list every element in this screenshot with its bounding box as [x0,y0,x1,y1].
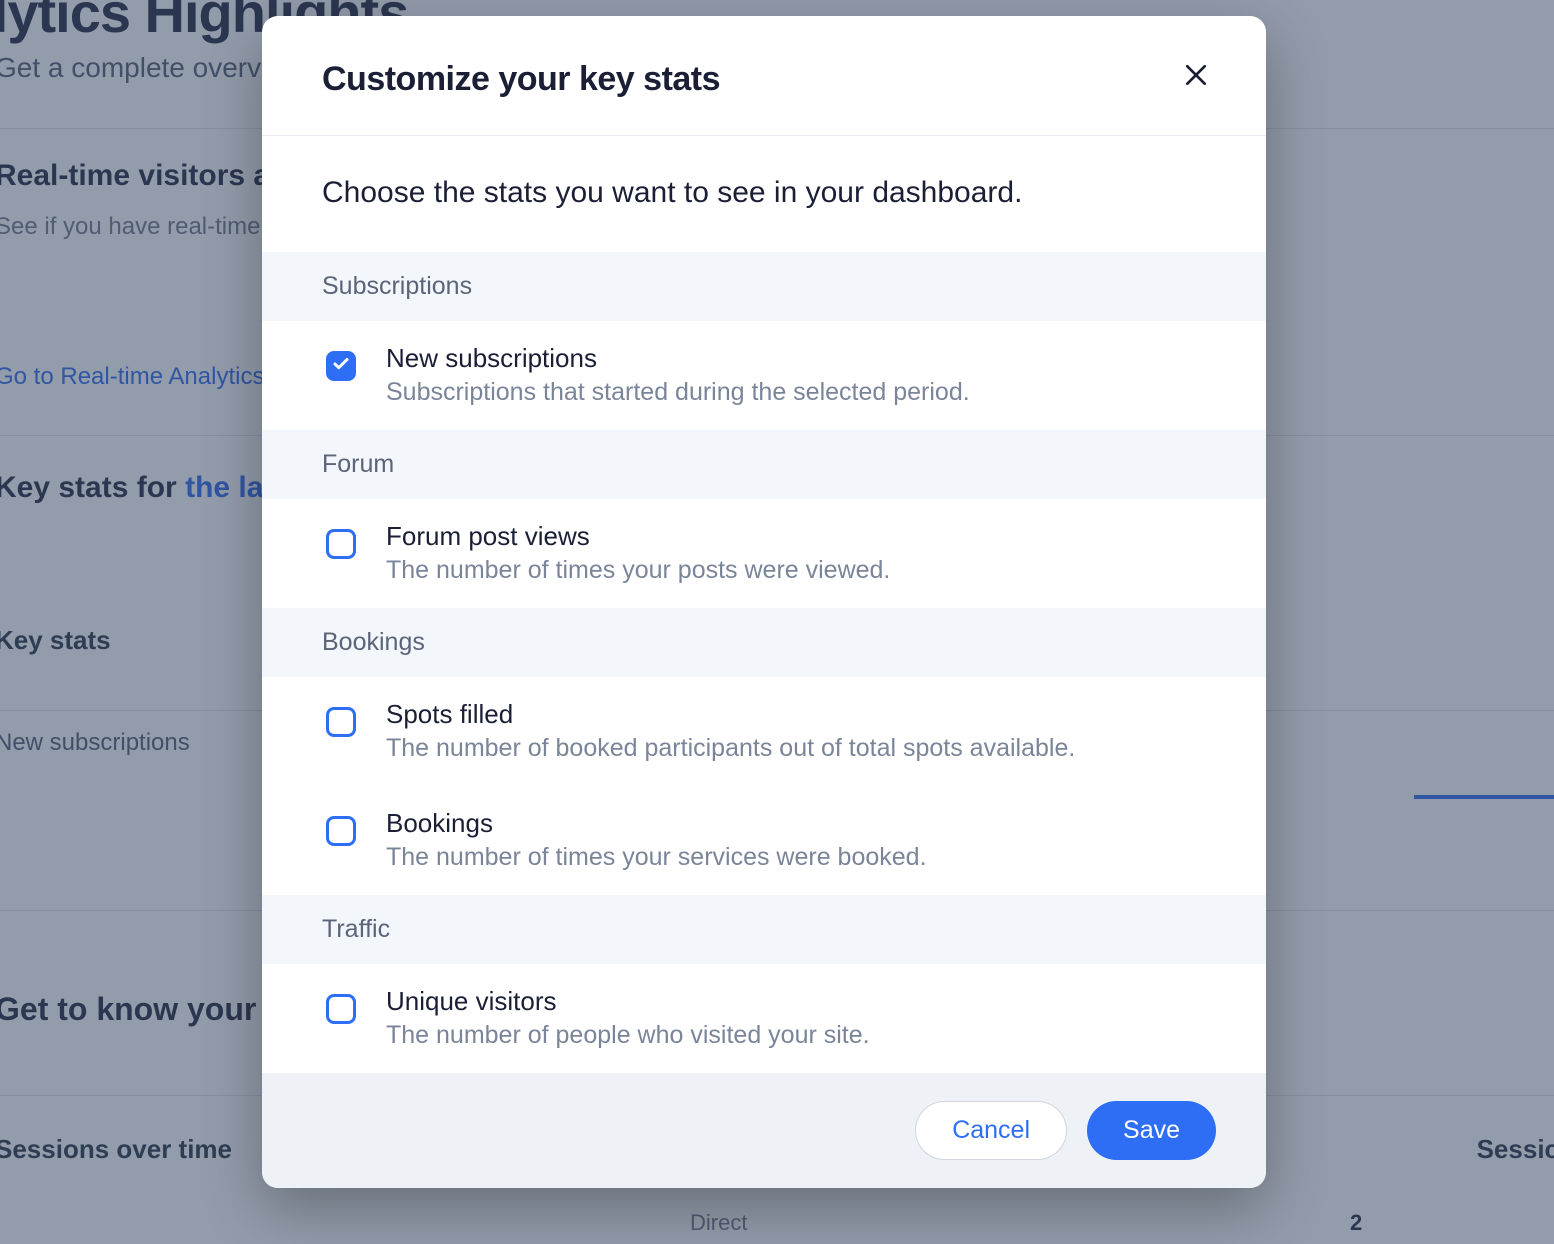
stat-row-spots-filled[interactable]: Spots filled The number of booked partic… [262,677,1266,786]
stat-text: Spots filled The number of booked partic… [386,699,1206,763]
stat-desc: Subscriptions that started during the se… [386,378,1206,407]
stat-row-bookings[interactable]: Bookings The number of times your servic… [262,786,1266,895]
cancel-button[interactable]: Cancel [915,1101,1067,1160]
check-icon [332,355,350,378]
stat-desc: The number of times your posts were view… [386,556,1206,585]
stat-row-forum-post-views[interactable]: Forum post views The number of times you… [262,499,1266,608]
checkbox-forum-post-views[interactable] [326,529,356,559]
close-icon [1183,62,1209,91]
modal-intro: Choose the stats you want to see in your… [262,136,1266,252]
section-header-bookings: Bookings [262,608,1266,677]
stat-desc: The number of booked participants out of… [386,734,1206,763]
stat-title: New subscriptions [386,343,1206,374]
modal-footer: Cancel Save [262,1073,1266,1188]
stat-title: Forum post views [386,521,1206,552]
stat-text: New subscriptions Subscriptions that sta… [386,343,1206,407]
stat-text: Bookings The number of times your servic… [386,808,1206,872]
stat-title: Unique visitors [386,986,1206,1017]
section-header-forum: Forum [262,430,1266,499]
stat-row-new-subscriptions[interactable]: New subscriptions Subscriptions that sta… [262,321,1266,430]
checkbox-unique-visitors[interactable] [326,994,356,1024]
section-header-subscriptions: Subscriptions [262,252,1266,321]
stat-text: Unique visitors The number of people who… [386,986,1206,1050]
stat-title: Spots filled [386,699,1206,730]
stat-row-unique-visitors[interactable]: Unique visitors The number of people who… [262,964,1266,1073]
modal-header: Customize your key stats [262,16,1266,136]
stat-text: Forum post views The number of times you… [386,521,1206,585]
checkbox-new-subscriptions[interactable] [326,351,356,381]
stat-title: Bookings [386,808,1206,839]
save-button[interactable]: Save [1087,1101,1216,1160]
checkbox-bookings[interactable] [326,816,356,846]
stat-desc: The number of people who visited your si… [386,1021,1206,1050]
customize-stats-modal: Customize your key stats Choose the stat… [262,16,1266,1188]
stat-desc: The number of times your services were b… [386,843,1206,872]
section-header-traffic: Traffic [262,895,1266,964]
close-button[interactable] [1176,57,1216,97]
modal-title: Customize your key stats [322,60,720,99]
checkbox-spots-filled[interactable] [326,707,356,737]
